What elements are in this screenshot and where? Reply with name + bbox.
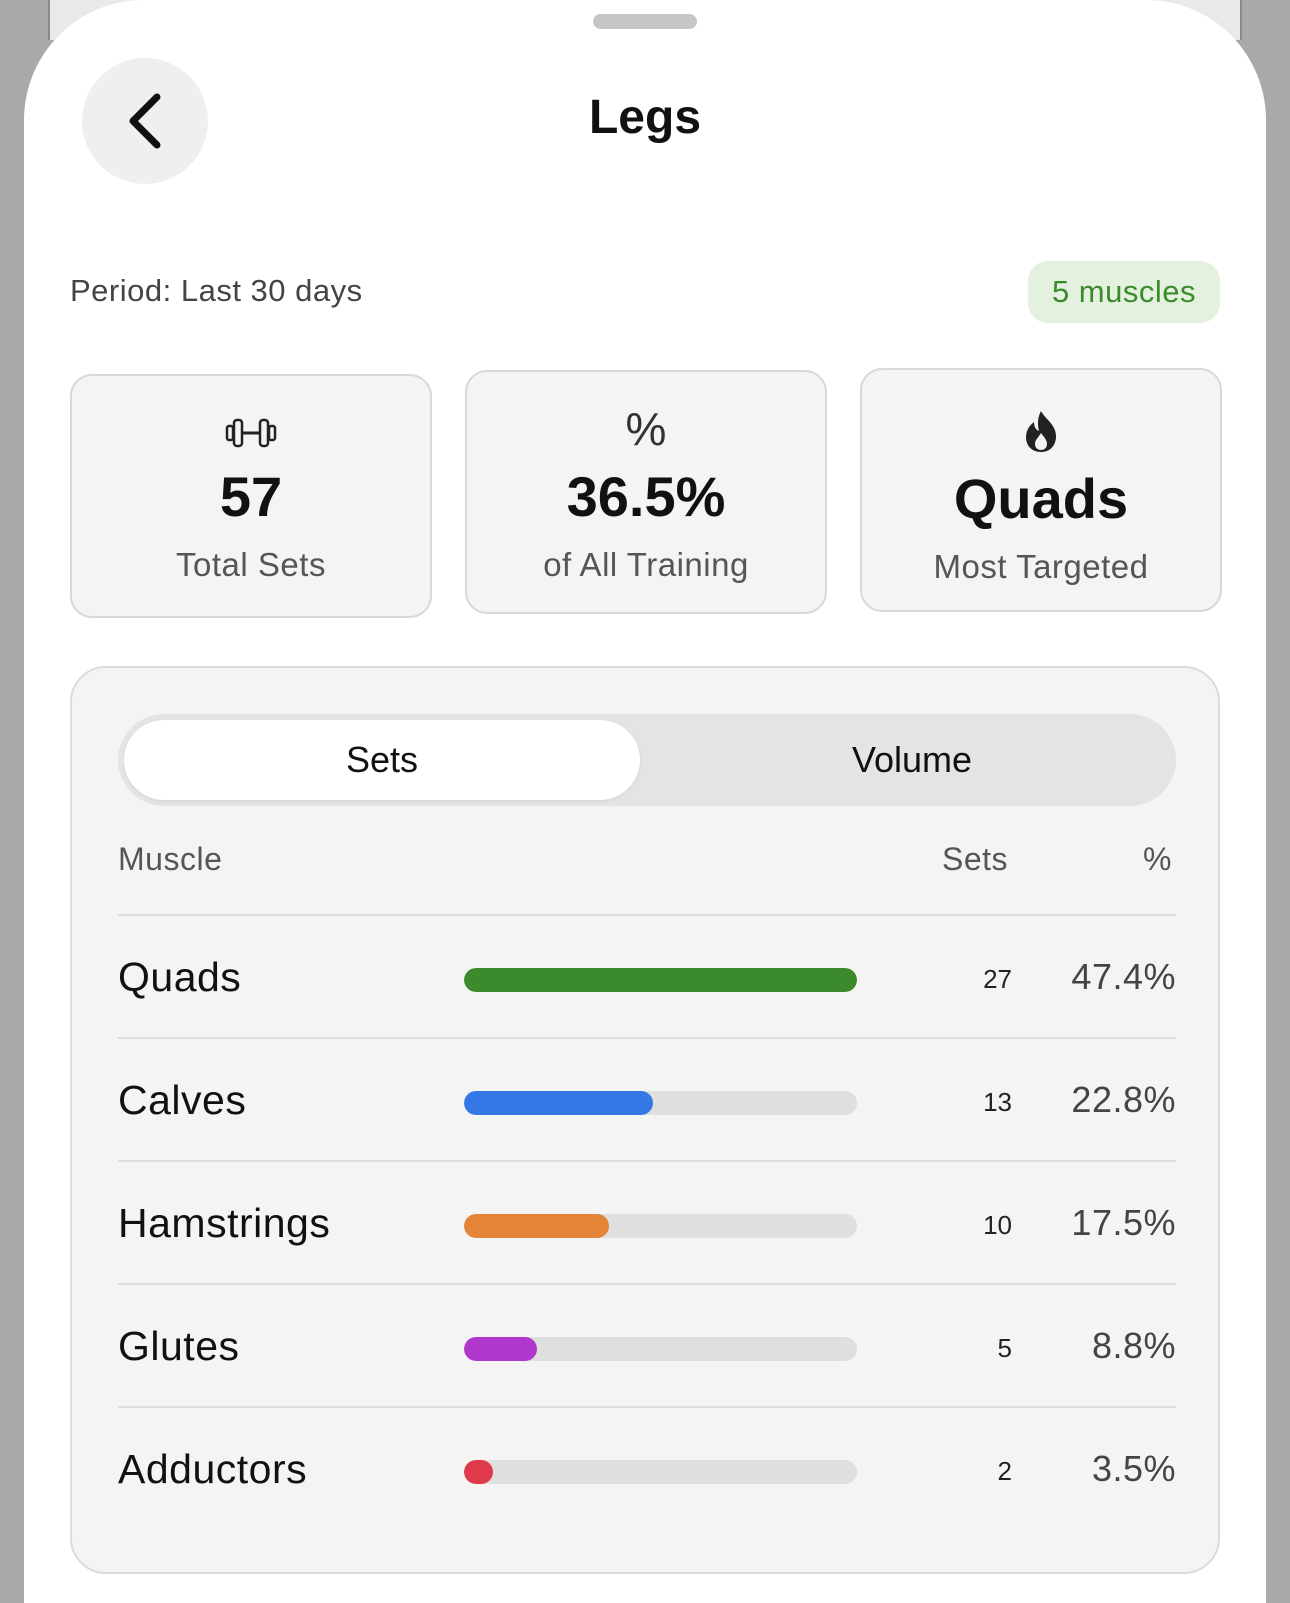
progress-track bbox=[464, 1091, 857, 1115]
column-header-sets: Sets bbox=[941, 841, 1008, 877]
percent-value: 22.8% bbox=[1071, 1079, 1176, 1120]
page-title: Legs bbox=[588, 91, 702, 144]
stat-value: 36.5% bbox=[566, 465, 726, 528]
stat-card-most-targeted: Quads Most Targeted bbox=[860, 368, 1222, 612]
progress-track bbox=[464, 1460, 857, 1484]
stat-value: 57 bbox=[219, 465, 283, 528]
column-header-muscle: Muscle bbox=[118, 841, 223, 877]
table-row[interactable]: Adductors 2 3.5% bbox=[72, 1408, 1222, 1531]
percent-icon: % bbox=[467, 406, 825, 452]
progress-track bbox=[464, 1214, 857, 1238]
sets-count: 5 bbox=[997, 1333, 1012, 1363]
sets-count: 13 bbox=[983, 1087, 1012, 1117]
table-row[interactable]: Glutes 5 8.8% bbox=[72, 1285, 1222, 1408]
muscle-name: Quads bbox=[118, 954, 242, 1000]
muscle-name: Glutes bbox=[118, 1323, 240, 1369]
progress-track bbox=[464, 968, 857, 992]
progress-fill bbox=[464, 1460, 494, 1484]
stat-label: Most Targeted bbox=[933, 548, 1149, 585]
stat-card-total-sets: 57 Total Sets bbox=[70, 374, 432, 618]
sets-count: 10 bbox=[983, 1210, 1012, 1240]
flame-icon bbox=[862, 408, 1220, 454]
percent-value: 8.8% bbox=[1091, 1325, 1176, 1366]
breakdown-panel: Sets Volume Muscle Sets % Quads 27 47.4%… bbox=[70, 666, 1220, 1574]
column-header-percent: % bbox=[1143, 841, 1172, 877]
percent-value: 17.5% bbox=[1071, 1202, 1176, 1243]
muscle-count-badge: 5 muscles bbox=[1027, 261, 1220, 323]
toggle-volume[interactable]: Volume bbox=[654, 720, 1170, 800]
progress-fill bbox=[464, 1214, 610, 1238]
stat-card-share: % 36.5% of All Training bbox=[465, 370, 827, 614]
progress-fill bbox=[464, 1337, 537, 1361]
table-row[interactable]: Hamstrings 10 17.5% bbox=[72, 1162, 1222, 1285]
sets-count: 27 bbox=[983, 964, 1012, 994]
sheet-grabber[interactable] bbox=[593, 14, 697, 29]
metric-toggle: Sets Volume bbox=[118, 714, 1176, 806]
stat-value: Quads bbox=[953, 467, 1129, 530]
detail-sheet: Legs Period: Last 30 days 5 muscles 57 T… bbox=[24, 0, 1266, 1603]
percent-value: 47.4% bbox=[1071, 956, 1176, 997]
percent-value: 3.5% bbox=[1091, 1448, 1176, 1489]
stat-label: Total Sets bbox=[176, 546, 326, 583]
period-label: Period: Last 30 days bbox=[70, 273, 363, 308]
muscle-name: Hamstrings bbox=[118, 1200, 331, 1246]
toggle-sets[interactable]: Sets bbox=[124, 720, 640, 800]
table-row[interactable]: Calves 13 22.8% bbox=[72, 1039, 1222, 1162]
muscle-name: Calves bbox=[118, 1077, 247, 1123]
stat-label: of All Training bbox=[543, 546, 749, 583]
sets-count: 2 bbox=[997, 1456, 1012, 1486]
progress-track bbox=[464, 1337, 857, 1361]
muscle-name: Adductors bbox=[118, 1446, 308, 1492]
percent-glyph: % bbox=[625, 403, 667, 455]
progress-fill bbox=[464, 968, 857, 992]
progress-fill bbox=[464, 1091, 654, 1115]
dumbbell-icon bbox=[72, 410, 430, 456]
table-row[interactable]: Quads 27 47.4% bbox=[72, 916, 1222, 1039]
